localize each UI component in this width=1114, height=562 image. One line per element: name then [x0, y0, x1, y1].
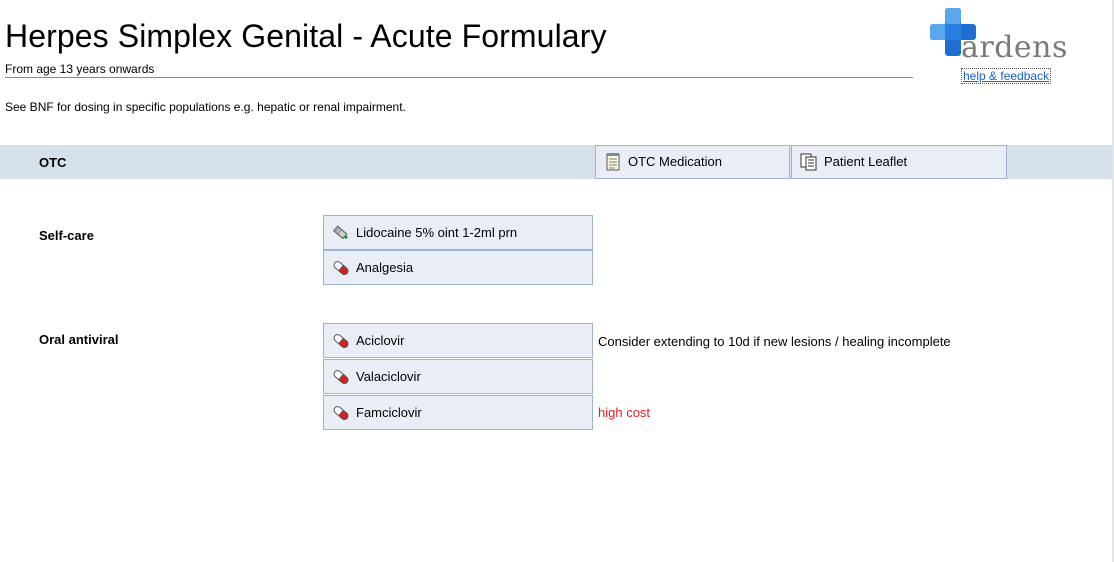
drug-label: Aciclovir	[356, 332, 405, 348]
pill-capsule-icon	[333, 260, 349, 275]
page-title: Herpes Simplex Genital - Acute Formulary	[5, 18, 607, 54]
pill-capsule-icon	[333, 369, 349, 384]
drug-button-valaciclovir[interactable]: Valaciclovir	[323, 359, 593, 394]
notepad-icon	[606, 153, 620, 171]
otc-medication-label: OTC Medication	[628, 154, 722, 169]
leaflet-icon	[800, 153, 817, 171]
pill-capsule-icon	[333, 405, 349, 420]
patient-leaflet-label: Patient Leaflet	[824, 154, 908, 169]
famciclovir-cost-note: high cost	[598, 405, 651, 420]
page-subtitle: From age 13 years onwards	[5, 62, 155, 76]
drug-label: Valaciclovir	[356, 368, 421, 384]
patient-leaflet-button[interactable]: Patient Leaflet	[791, 145, 1007, 179]
otc-medication-button[interactable]: OTC Medication	[595, 145, 790, 179]
section-label-self-care: Self-care	[39, 228, 94, 243]
logo-wordmark: ardens	[961, 30, 1068, 65]
help-feedback-link[interactable]: help & feedback	[960, 68, 1052, 84]
otc-label: OTC	[39, 155, 67, 170]
pill-capsule-icon	[333, 333, 349, 348]
drug-label: Analgesia	[356, 259, 414, 275]
section-label-oral-antiviral: Oral antiviral	[39, 332, 119, 347]
drug-label: Famciclovir	[356, 404, 422, 420]
title-divider	[5, 77, 913, 78]
ointment-tube-icon	[333, 224, 349, 239]
drug-button-lidocaine[interactable]: Lidocaine 5% oint 1-2ml prn	[323, 215, 593, 250]
bnf-dosing-note: See BNF for dosing in specific populatio…	[5, 100, 406, 114]
drug-button-famciclovir[interactable]: Famciclovir	[323, 395, 593, 430]
aciclovir-note: Consider extending to 10d if new lesions…	[598, 334, 951, 349]
drug-label: Lidocaine 5% oint 1-2ml prn	[356, 224, 518, 240]
drug-button-analgesia[interactable]: Analgesia	[323, 250, 593, 285]
drug-button-aciclovir[interactable]: Aciclovir	[323, 323, 593, 358]
